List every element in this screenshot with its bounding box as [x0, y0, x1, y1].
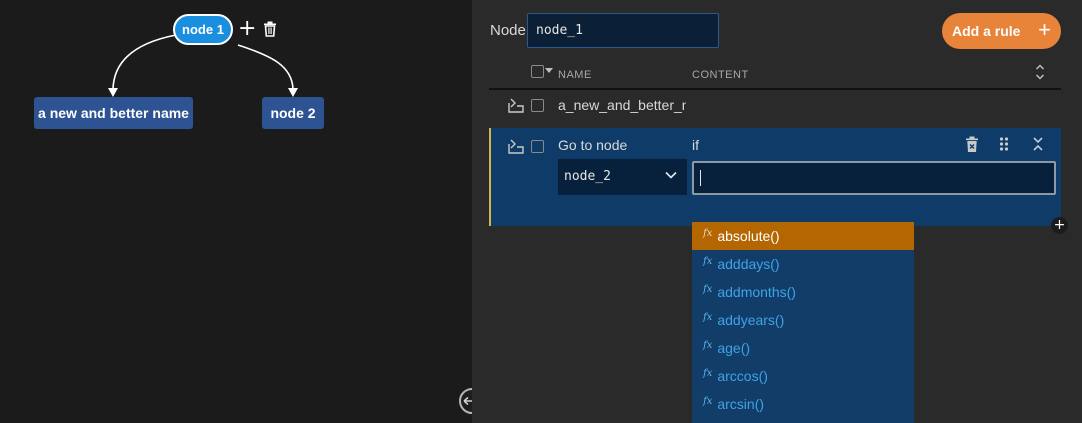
- autocomplete-item[interactable]: fx absolute(): [692, 222, 914, 250]
- text-cursor: [700, 170, 701, 186]
- graph-node-child[interactable]: a new and better name: [34, 97, 193, 129]
- autocomplete-item[interactable]: fx arcsin(): [692, 390, 914, 418]
- condition-label: if: [692, 137, 699, 153]
- target-node-value: node_2: [564, 169, 611, 184]
- edge-node1-to-node-2: [237, 44, 294, 90]
- graph-edges: [108, 34, 298, 97]
- select-all-checkbox[interactable]: [531, 65, 544, 78]
- delete-rule-icon[interactable]: [965, 136, 979, 153]
- graph-node-root[interactable]: node 1: [173, 14, 233, 45]
- function-icon: fx: [703, 283, 713, 295]
- rule-type-icon: [508, 98, 524, 113]
- graph-canvas[interactable]: node 1 + a new and better name node 2: [0, 0, 485, 423]
- function-icon: fx: [703, 255, 713, 267]
- autocomplete-item-label: addyears(): [717, 312, 785, 328]
- function-icon: fx: [703, 367, 713, 379]
- rules-table-header: NAME CONTENT: [489, 60, 1061, 90]
- autocomplete-item[interactable]: fx adddays(): [692, 250, 914, 278]
- edge-node1-to-a-new-and-better-name: [112, 34, 177, 90]
- column-header-content[interactable]: CONTENT: [692, 69, 749, 81]
- autocomplete-item[interactable]: fx age(): [692, 334, 914, 362]
- app-root: node 1 + a new and better name node 2 No…: [0, 0, 1082, 423]
- autocomplete-item[interactable]: fx arccos(): [692, 362, 914, 390]
- chevron-down-icon: [665, 171, 677, 179]
- collapse-chevrons-icon[interactable]: [1032, 136, 1044, 152]
- target-node-select[interactable]: node_2: [558, 159, 687, 195]
- autocomplete-item-label: arccos(): [717, 368, 768, 384]
- plus-icon: +: [1038, 17, 1051, 42]
- rule-row[interactable]: a_new_and_better_name: [489, 90, 1061, 126]
- rule-checkbox[interactable]: [531, 99, 544, 112]
- add-node-plus-icon[interactable]: +: [238, 18, 256, 40]
- drag-handle-icon[interactable]: [999, 136, 1009, 152]
- rule-row-expanded[interactable]: Go to node if node_2: [489, 128, 1061, 226]
- autocomplete-item-label: arcsin(): [717, 396, 765, 412]
- rule-name: a_new_and_better_name: [558, 97, 686, 113]
- insert-rule-plus-icon[interactable]: +: [1051, 217, 1068, 234]
- node-name-label: Node: [490, 22, 526, 39]
- autocomplete-item-label: absolute(): [717, 228, 780, 244]
- function-icon: fx: [703, 227, 713, 239]
- autocomplete-item-label: adddays(): [717, 256, 780, 272]
- graph-node-child[interactable]: node 2: [262, 97, 324, 129]
- function-icon: fx: [703, 395, 713, 407]
- column-header-name[interactable]: NAME: [558, 69, 592, 81]
- rule-action-title: Go to node: [558, 137, 628, 153]
- select-menu-caret-icon[interactable]: [545, 68, 553, 73]
- node-name-input[interactable]: [527, 13, 719, 48]
- condition-input[interactable]: [692, 161, 1056, 195]
- trash-icon[interactable]: [263, 21, 277, 41]
- function-autocomplete-list: fx absolute() fx adddays() fx addmonths(…: [692, 222, 914, 423]
- arrowhead-node-2: [288, 88, 298, 97]
- rule-type-icon: [508, 139, 524, 154]
- function-icon: fx: [703, 311, 713, 323]
- function-icon: fx: [703, 339, 713, 351]
- add-rule-button[interactable]: Add a rule +: [942, 13, 1061, 49]
- sort-chevrons-icon[interactable]: [1035, 63, 1045, 81]
- arrowhead-a-new-and-better-name: [108, 88, 118, 97]
- autocomplete-item-label: age(): [717, 340, 751, 356]
- add-rule-label: Add a rule: [952, 23, 1021, 39]
- rule-checkbox[interactable]: [531, 140, 544, 153]
- autocomplete-item[interactable]: fx addyears(): [692, 306, 914, 334]
- autocomplete-item-label: addmonths(): [717, 284, 796, 300]
- autocomplete-item[interactable]: fx addmonths(): [692, 278, 914, 306]
